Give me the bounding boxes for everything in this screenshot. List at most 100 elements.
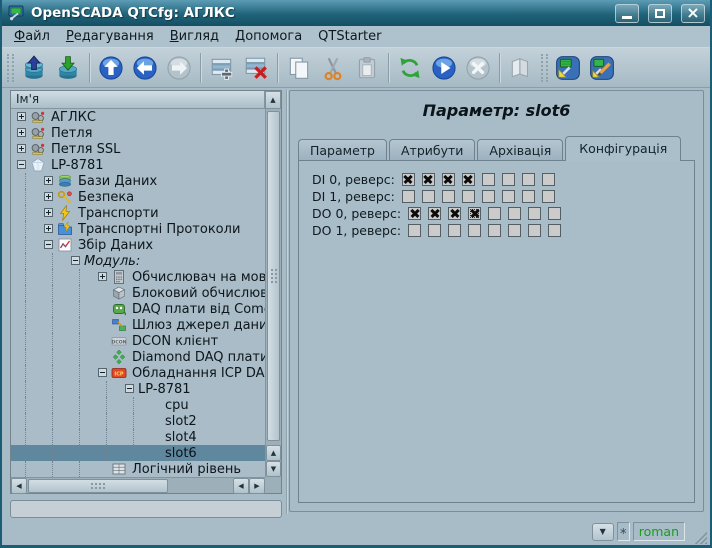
- expander-cell[interactable]: [43, 221, 55, 237]
- scroll-down-icon[interactable]: ▼: [266, 461, 281, 477]
- expander-cell[interactable]: [43, 237, 55, 253]
- tree-item-cpu[interactable]: cpu: [11, 397, 265, 413]
- expander-cell[interactable]: [70, 253, 82, 269]
- checkbox[interactable]: [468, 224, 481, 237]
- checkbox[interactable]: [462, 173, 475, 186]
- expander-cell[interactable]: [43, 173, 55, 189]
- expand-plus-icon[interactable]: [44, 208, 53, 217]
- expander-cell[interactable]: [97, 365, 109, 381]
- expand-plus-icon[interactable]: [44, 192, 53, 201]
- tree-item-петля[interactable]: Петля: [11, 125, 265, 141]
- expand-plus-icon[interactable]: [17, 128, 26, 137]
- cut-item-button[interactable]: [316, 51, 350, 85]
- checkbox[interactable]: [508, 207, 521, 220]
- tree-item-бази-даних[interactable]: Бази Даних: [11, 173, 265, 189]
- collapse-minus-icon[interactable]: [44, 240, 53, 249]
- checkbox[interactable]: [402, 173, 415, 186]
- checkbox[interactable]: [522, 173, 535, 186]
- checkbox[interactable]: [422, 190, 435, 203]
- load-from-db-button[interactable]: [17, 51, 51, 85]
- checkbox[interactable]: [448, 207, 461, 220]
- scroll-up-icon[interactable]: ▲: [265, 91, 281, 109]
- expander-cell[interactable]: [16, 157, 28, 173]
- go-back-button[interactable]: [128, 51, 162, 85]
- add-item-button[interactable]: [205, 51, 239, 85]
- refresh-button[interactable]: [393, 51, 427, 85]
- vertical-scroll-thumb[interactable]: [267, 111, 280, 441]
- tree-item-петля-ssl[interactable]: Петля SSL: [11, 141, 265, 157]
- tree-item-блоковий-обчислювач[interactable]: Блоковий обчислювач: [11, 285, 265, 301]
- menu-help[interactable]: Допомога: [227, 28, 310, 46]
- checkbox[interactable]: [428, 224, 441, 237]
- collapse-minus-icon[interactable]: [17, 160, 26, 169]
- expander-cell[interactable]: [16, 125, 28, 141]
- checkbox[interactable]: [402, 190, 415, 203]
- tab-param[interactable]: Параметр: [298, 139, 387, 160]
- start-periodic-update-button[interactable]: [427, 51, 461, 85]
- checkbox[interactable]: [482, 173, 495, 186]
- tree-header[interactable]: Ім'я: [11, 91, 265, 109]
- menu-qtstarter[interactable]: QTStarter: [310, 28, 389, 46]
- menu-edit[interactable]: Редагування: [58, 28, 162, 46]
- checkbox[interactable]: [528, 224, 541, 237]
- tree-item-обчислювач-на-мові-сх[interactable]: Обчислювач на мові сх: [11, 269, 265, 285]
- tab-attributes[interactable]: Атрибути: [389, 139, 475, 160]
- tree-item-збір-даних[interactable]: Збір Даних: [11, 237, 265, 253]
- expander-cell[interactable]: [97, 269, 109, 285]
- checkbox[interactable]: [542, 173, 555, 186]
- delete-item-button[interactable]: [239, 51, 273, 85]
- checkbox[interactable]: [462, 190, 475, 203]
- tree-item-транспорти[interactable]: Транспорти: [11, 205, 265, 221]
- expand-plus-icon[interactable]: [44, 176, 53, 185]
- tree-filter-input[interactable]: [10, 500, 282, 518]
- tree-item-slot6[interactable]: slot6: [11, 445, 265, 461]
- menu-view[interactable]: Вигляд: [162, 28, 227, 46]
- scroll-left-icon[interactable]: ◀: [233, 478, 249, 494]
- scroll-left-icon[interactable]: ◀: [11, 478, 27, 494]
- checkbox[interactable]: [428, 207, 441, 220]
- copy-item-button[interactable]: [282, 51, 316, 85]
- minimize-button[interactable]: [615, 4, 639, 23]
- checkbox[interactable]: [482, 190, 495, 203]
- collapse-minus-icon[interactable]: [71, 256, 80, 265]
- tab-config[interactable]: Конфігурація: [565, 136, 681, 161]
- expand-plus-icon[interactable]: [98, 272, 107, 281]
- tree-item-транспортні-протоколи[interactable]: Транспортні Протоколи: [11, 221, 265, 237]
- tree-item-модуль-[interactable]: Модуль:: [11, 253, 265, 269]
- expand-plus-icon[interactable]: [44, 224, 53, 233]
- tree-item-безпека[interactable]: Безпека: [11, 189, 265, 205]
- tree-item-slot4[interactable]: slot4: [11, 429, 265, 445]
- collapse-minus-icon[interactable]: [98, 368, 107, 377]
- status-user-label[interactable]: roman: [633, 522, 685, 541]
- expand-plus-icon[interactable]: [17, 112, 26, 121]
- checkbox[interactable]: [522, 190, 535, 203]
- checkbox[interactable]: [528, 207, 541, 220]
- maximize-button[interactable]: [648, 4, 672, 23]
- tree-item-slot2[interactable]: slot2: [11, 413, 265, 429]
- qtdev-starter-button[interactable]: [585, 51, 619, 85]
- tree-item-diamond-daq-плати[interactable]: Diamond DAQ плати: [11, 349, 265, 365]
- expander-cell[interactable]: [16, 141, 28, 157]
- close-button[interactable]: ×: [681, 4, 705, 23]
- titlebar[interactable]: OpenSCADA QTCfg: АГЛКС ×: [2, 0, 710, 26]
- checkbox[interactable]: [422, 173, 435, 186]
- qtcfg-starter-button[interactable]: [551, 51, 585, 85]
- menu-file[interactable]: Файл: [6, 28, 58, 46]
- checkbox[interactable]: [408, 224, 421, 237]
- checkbox[interactable]: [502, 190, 515, 203]
- collapse-minus-icon[interactable]: [125, 384, 134, 393]
- checkbox[interactable]: [442, 173, 455, 186]
- expander-cell[interactable]: [43, 189, 55, 205]
- tree-item-dcon-клієнт[interactable]: DCONDCON клієнт: [11, 333, 265, 349]
- resize-grip[interactable]: [692, 529, 707, 544]
- checkbox[interactable]: [442, 190, 455, 203]
- checkbox[interactable]: [488, 224, 501, 237]
- tree-item-обладнання-icp-das[interactable]: ICPОбладнання ICP DAS: [11, 365, 265, 381]
- checkbox[interactable]: [488, 207, 501, 220]
- horizontal-scroll-thumb[interactable]: [28, 479, 168, 493]
- tree-item-lp-8781[interactable]: LP-8781: [11, 381, 265, 397]
- tree-item-lp-8781[interactable]: LP-8781: [11, 157, 265, 173]
- checkbox[interactable]: [408, 207, 421, 220]
- expander-cell[interactable]: [124, 381, 136, 397]
- checkbox[interactable]: [468, 207, 481, 220]
